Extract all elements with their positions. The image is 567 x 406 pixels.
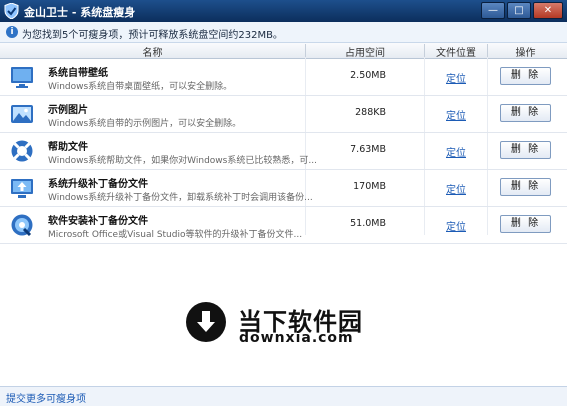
table-row: 系统升级补丁备份文件 Windows系统升级补丁备份文件，卸载系统补丁时会调用该… xyxy=(0,170,567,207)
footer-bar: 提交更多可瘦身项 xyxy=(0,386,567,406)
locate-link[interactable]: 定位 xyxy=(446,107,466,122)
table-header: 名称 占用空间 文件位置 操作 xyxy=(0,43,567,59)
header-name[interactable]: 名称 xyxy=(0,44,306,59)
item-description: Microsoft Office或Visual Studio等软件的升级补丁备份… xyxy=(48,230,303,240)
delete-button[interactable]: 删 除 xyxy=(500,178,551,196)
item-description: Windows系统自带的示例图片，可以安全删除。 xyxy=(48,119,242,129)
watermark-logo xyxy=(186,302,226,342)
locate-link[interactable]: 定位 xyxy=(446,144,466,159)
close-button[interactable]: ✕ xyxy=(533,2,563,19)
disc-icon xyxy=(11,214,33,237)
locate-link[interactable]: 定位 xyxy=(446,181,466,196)
delete-button[interactable]: 删 除 xyxy=(500,215,551,233)
delete-button[interactable]: 删 除 xyxy=(500,141,551,159)
item-size: 7.63MB xyxy=(350,144,386,155)
minimize-button[interactable]: — xyxy=(481,2,505,19)
item-size: 51.0MB xyxy=(350,218,386,229)
table-row: 系统自带壁纸 Windows系统自带桌面壁纸，可以安全删除。 2.50MB 定位… xyxy=(0,59,567,96)
window-controls: — □ ✕ xyxy=(481,2,563,19)
item-description: Windows系统帮助文件，如果你对Windows系统已比较熟悉，可... xyxy=(48,156,317,166)
header-location[interactable]: 文件位置 xyxy=(425,44,488,59)
table-row: 示例图片 Windows系统自带的示例图片，可以安全删除。 288KB 定位 删… xyxy=(0,96,567,133)
item-name: 帮助文件 xyxy=(48,142,88,153)
shield-logo-icon xyxy=(4,3,19,19)
item-name: 系统自带壁纸 xyxy=(48,68,108,79)
locate-link[interactable]: 定位 xyxy=(446,218,466,233)
delete-button[interactable]: 删 除 xyxy=(500,67,551,85)
header-action[interactable]: 操作 xyxy=(488,44,563,59)
info-bar: i 为您找到5个可瘦身项，预计可释放系统盘空间约232MB。 xyxy=(0,22,567,43)
item-size: 288KB xyxy=(355,107,386,118)
maximize-button[interactable]: □ xyxy=(507,2,531,19)
table-row: 软件安装补丁备份文件 Microsoft Office或Visual Studi… xyxy=(0,207,567,244)
header-size[interactable]: 占用空间 xyxy=(306,44,425,59)
upgrade-icon xyxy=(11,179,33,198)
item-size: 2.50MB xyxy=(350,70,386,81)
item-description: Windows系统自带桌面壁纸，可以安全删除。 xyxy=(48,82,233,92)
item-name: 系统升级补丁备份文件 xyxy=(48,179,148,190)
item-description: Windows系统升级补丁备份文件，卸载系统补丁时会调用该备份... xyxy=(48,193,313,203)
watermark-subtitle: downxia.com xyxy=(239,330,354,346)
submit-more-link[interactable]: 提交更多可瘦身项 xyxy=(6,390,86,405)
wallpaper-icon xyxy=(11,67,33,88)
window-title: 金山卫士 - 系统盘瘦身 xyxy=(24,6,136,19)
table-row: 帮助文件 Windows系统帮助文件，如果你对Windows系统已比较熟悉，可.… xyxy=(0,133,567,170)
info-text: 为您找到5个可瘦身项，预计可释放系统盘空间约232MB。 xyxy=(22,30,283,41)
locate-link[interactable]: 定位 xyxy=(446,70,466,85)
download-arrow-icon xyxy=(197,311,215,332)
item-size: 170MB xyxy=(353,181,386,192)
title-bar: 金山卫士 - 系统盘瘦身 — □ ✕ xyxy=(0,0,567,22)
item-name: 软件安装补丁备份文件 xyxy=(48,216,148,227)
lifebuoy-icon xyxy=(11,140,33,162)
picture-icon xyxy=(11,105,33,123)
info-icon: i xyxy=(6,26,18,38)
delete-button[interactable]: 删 除 xyxy=(500,104,551,122)
item-name: 示例图片 xyxy=(48,105,88,116)
